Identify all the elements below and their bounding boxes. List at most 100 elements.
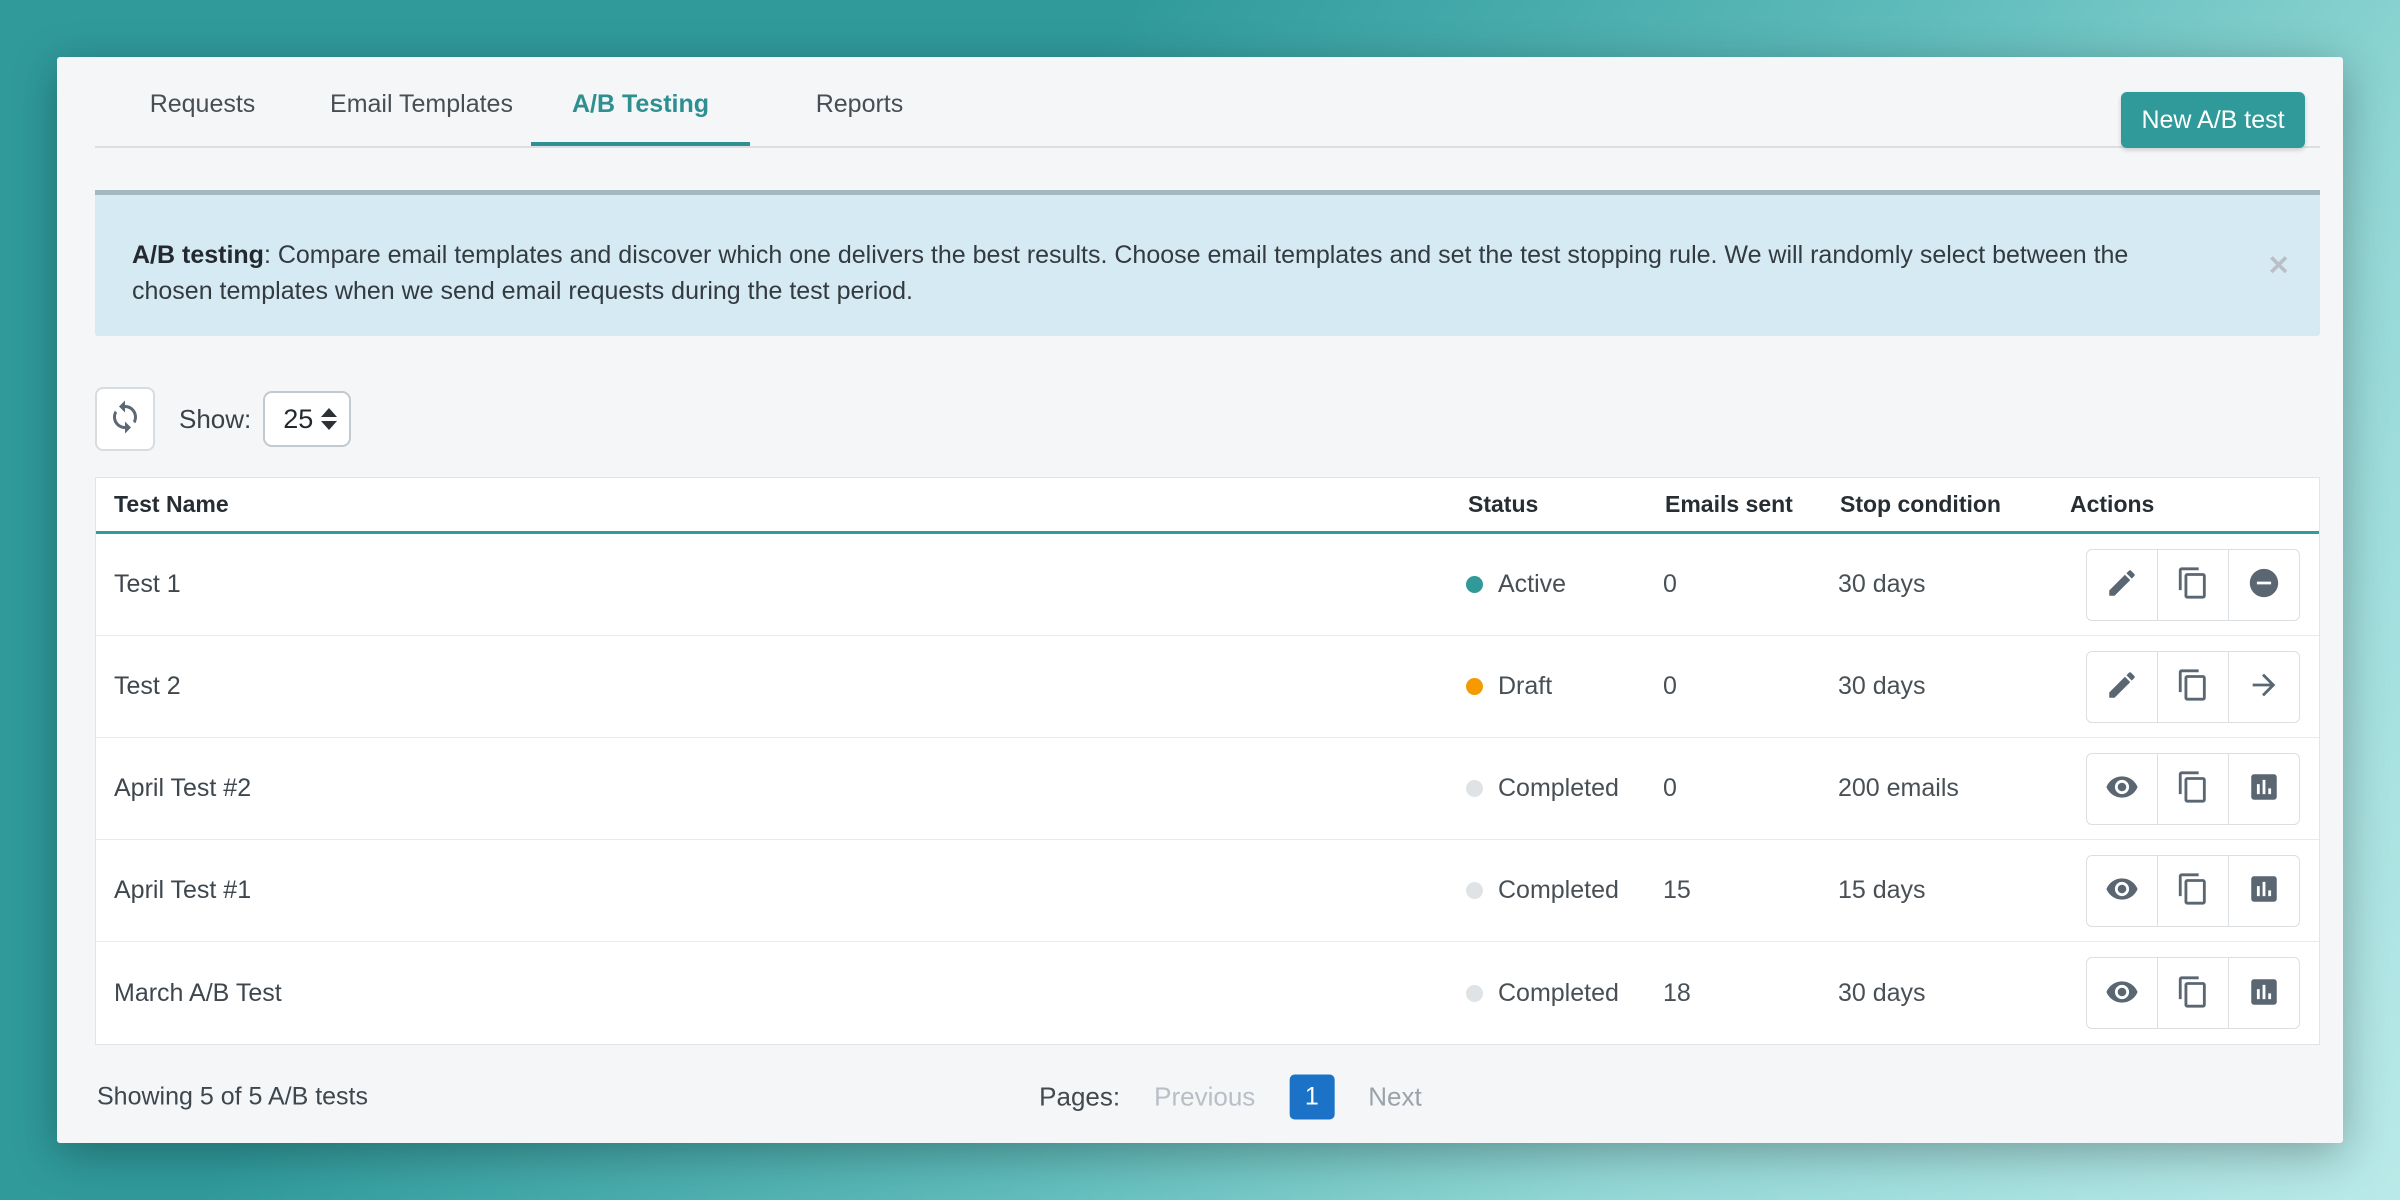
action-results-button[interactable] xyxy=(2228,957,2300,1029)
test-name-cell: Test 2 xyxy=(96,672,1466,701)
ab-testing-info-banner: A/B testing: Compare email templates and… xyxy=(95,190,2320,336)
status-dot-icon xyxy=(1466,985,1483,1002)
status-label: Active xyxy=(1498,570,1566,599)
results-summary: Showing 5 of 5 A/B tests xyxy=(97,1083,368,1112)
emails-sent-cell: 0 xyxy=(1663,672,1838,701)
ab-tests-table: Test Name Status Emails sent Stop condit… xyxy=(95,477,2320,1045)
copy-icon xyxy=(2176,566,2210,603)
tab-requests[interactable]: Requests xyxy=(93,57,312,147)
status-label: Completed xyxy=(1498,979,1619,1008)
view-icon xyxy=(2105,872,2139,909)
test-name-cell: April Test #1 xyxy=(96,876,1466,905)
actions-cell xyxy=(2068,855,2319,927)
per-page-select[interactable]: 25 xyxy=(263,391,351,447)
stop-condition-cell: 15 days xyxy=(1838,876,2068,905)
stop-condition-cell: 30 days xyxy=(1838,672,2068,701)
action-deactivate-button[interactable] xyxy=(2228,549,2300,621)
edit-icon xyxy=(2105,566,2139,603)
action-view-button[interactable] xyxy=(2086,957,2158,1029)
status-dot-icon xyxy=(1466,780,1483,797)
results-icon xyxy=(2247,872,2281,909)
next-page-button[interactable]: Next xyxy=(1368,1082,1421,1113)
pagination: Pages: Previous 1 Next xyxy=(1039,1075,1422,1120)
main-panel: RequestsEmail TemplatesA/B TestingReport… xyxy=(57,57,2343,1143)
current-page-button[interactable]: 1 xyxy=(1289,1075,1334,1120)
status-cell: Draft xyxy=(1466,672,1663,701)
tab-email-templates[interactable]: Email Templates xyxy=(312,57,531,147)
edit-icon xyxy=(2105,668,2139,705)
stop-condition-cell: 200 emails xyxy=(1838,774,2068,803)
status-label: Completed xyxy=(1498,774,1619,803)
table-toolbar: Show: 25 xyxy=(95,387,351,451)
tab-bar-divider xyxy=(95,146,2320,148)
actions-cell xyxy=(2068,957,2319,1029)
table-body: Test 1 Active 0 30 days Test 2 Draft 0 3… xyxy=(96,534,2319,1044)
status-cell: Active xyxy=(1466,570,1663,599)
action-view-button[interactable] xyxy=(2086,753,2158,825)
status-dot-icon xyxy=(1466,882,1483,899)
deactivate-icon xyxy=(2247,566,2281,603)
action-view-button[interactable] xyxy=(2086,855,2158,927)
copy-icon xyxy=(2176,975,2210,1012)
header-emails-sent: Emails sent xyxy=(1663,491,1838,518)
activate-icon xyxy=(2247,668,2281,705)
action-results-button[interactable] xyxy=(2228,753,2300,825)
table-row: March A/B Test Completed 18 30 days xyxy=(96,942,2319,1044)
test-name-cell: April Test #2 xyxy=(96,774,1466,803)
results-icon xyxy=(2247,770,2281,807)
stop-condition-cell: 30 days xyxy=(1838,570,2068,599)
action-copy-button[interactable] xyxy=(2157,549,2229,621)
emails-sent-cell: 15 xyxy=(1663,876,1838,905)
action-activate-button[interactable] xyxy=(2228,651,2300,723)
status-cell: Completed xyxy=(1466,979,1663,1008)
status-cell: Completed xyxy=(1466,876,1663,905)
status-cell: Completed xyxy=(1466,774,1663,803)
table-row: April Test #2 Completed 0 200 emails xyxy=(96,738,2319,840)
show-label: Show: xyxy=(179,404,251,435)
status-dot-icon xyxy=(1466,678,1483,695)
tab-bar: RequestsEmail TemplatesA/B TestingReport… xyxy=(93,57,969,147)
previous-page-button[interactable]: Previous xyxy=(1154,1082,1255,1113)
header-test-name: Test Name xyxy=(96,491,1466,518)
tab-reports[interactable]: Reports xyxy=(750,57,969,147)
action-results-button[interactable] xyxy=(2228,855,2300,927)
action-copy-button[interactable] xyxy=(2157,957,2229,1029)
tab-a-b-testing[interactable]: A/B Testing xyxy=(531,57,750,147)
stop-condition-cell: 30 days xyxy=(1838,979,2068,1008)
actions-cell xyxy=(2068,549,2319,621)
table-row: Test 2 Draft 0 30 days xyxy=(96,636,2319,738)
new-ab-test-button[interactable]: New A/B test xyxy=(2121,92,2305,148)
emails-sent-cell: 18 xyxy=(1663,979,1838,1008)
emails-sent-cell: 0 xyxy=(1663,570,1838,599)
action-edit-button[interactable] xyxy=(2086,651,2158,723)
header-stop-condition: Stop condition xyxy=(1838,491,2068,518)
status-label: Completed xyxy=(1498,876,1619,905)
table-header-row: Test Name Status Emails sent Stop condit… xyxy=(96,478,2319,534)
copy-icon xyxy=(2176,770,2210,807)
action-copy-button[interactable] xyxy=(2157,855,2229,927)
per-page-value: 25 xyxy=(281,404,315,435)
select-spinner-icon xyxy=(321,408,337,430)
table-row: April Test #1 Completed 15 15 days xyxy=(96,840,2319,942)
banner-text: A/B testing: Compare email templates and… xyxy=(132,241,2128,305)
status-label: Draft xyxy=(1498,672,1552,701)
copy-icon xyxy=(2176,668,2210,705)
action-copy-button[interactable] xyxy=(2157,753,2229,825)
header-status: Status xyxy=(1466,491,1663,518)
test-name-cell: March A/B Test xyxy=(96,979,1466,1008)
view-icon xyxy=(2105,770,2139,807)
actions-cell xyxy=(2068,753,2319,825)
header-actions: Actions xyxy=(2068,491,2319,518)
status-dot-icon xyxy=(1466,576,1483,593)
results-icon xyxy=(2247,975,2281,1012)
actions-cell xyxy=(2068,651,2319,723)
action-edit-button[interactable] xyxy=(2086,549,2158,621)
close-icon[interactable]: ✕ xyxy=(2267,252,2290,279)
action-copy-button[interactable] xyxy=(2157,651,2229,723)
refresh-button[interactable] xyxy=(95,387,155,451)
pages-label: Pages: xyxy=(1039,1082,1120,1113)
copy-icon xyxy=(2176,872,2210,909)
table-footer: Showing 5 of 5 A/B tests Pages: Previous… xyxy=(95,1057,2320,1137)
refresh-icon xyxy=(107,399,143,440)
test-name-cell: Test 1 xyxy=(96,570,1466,599)
